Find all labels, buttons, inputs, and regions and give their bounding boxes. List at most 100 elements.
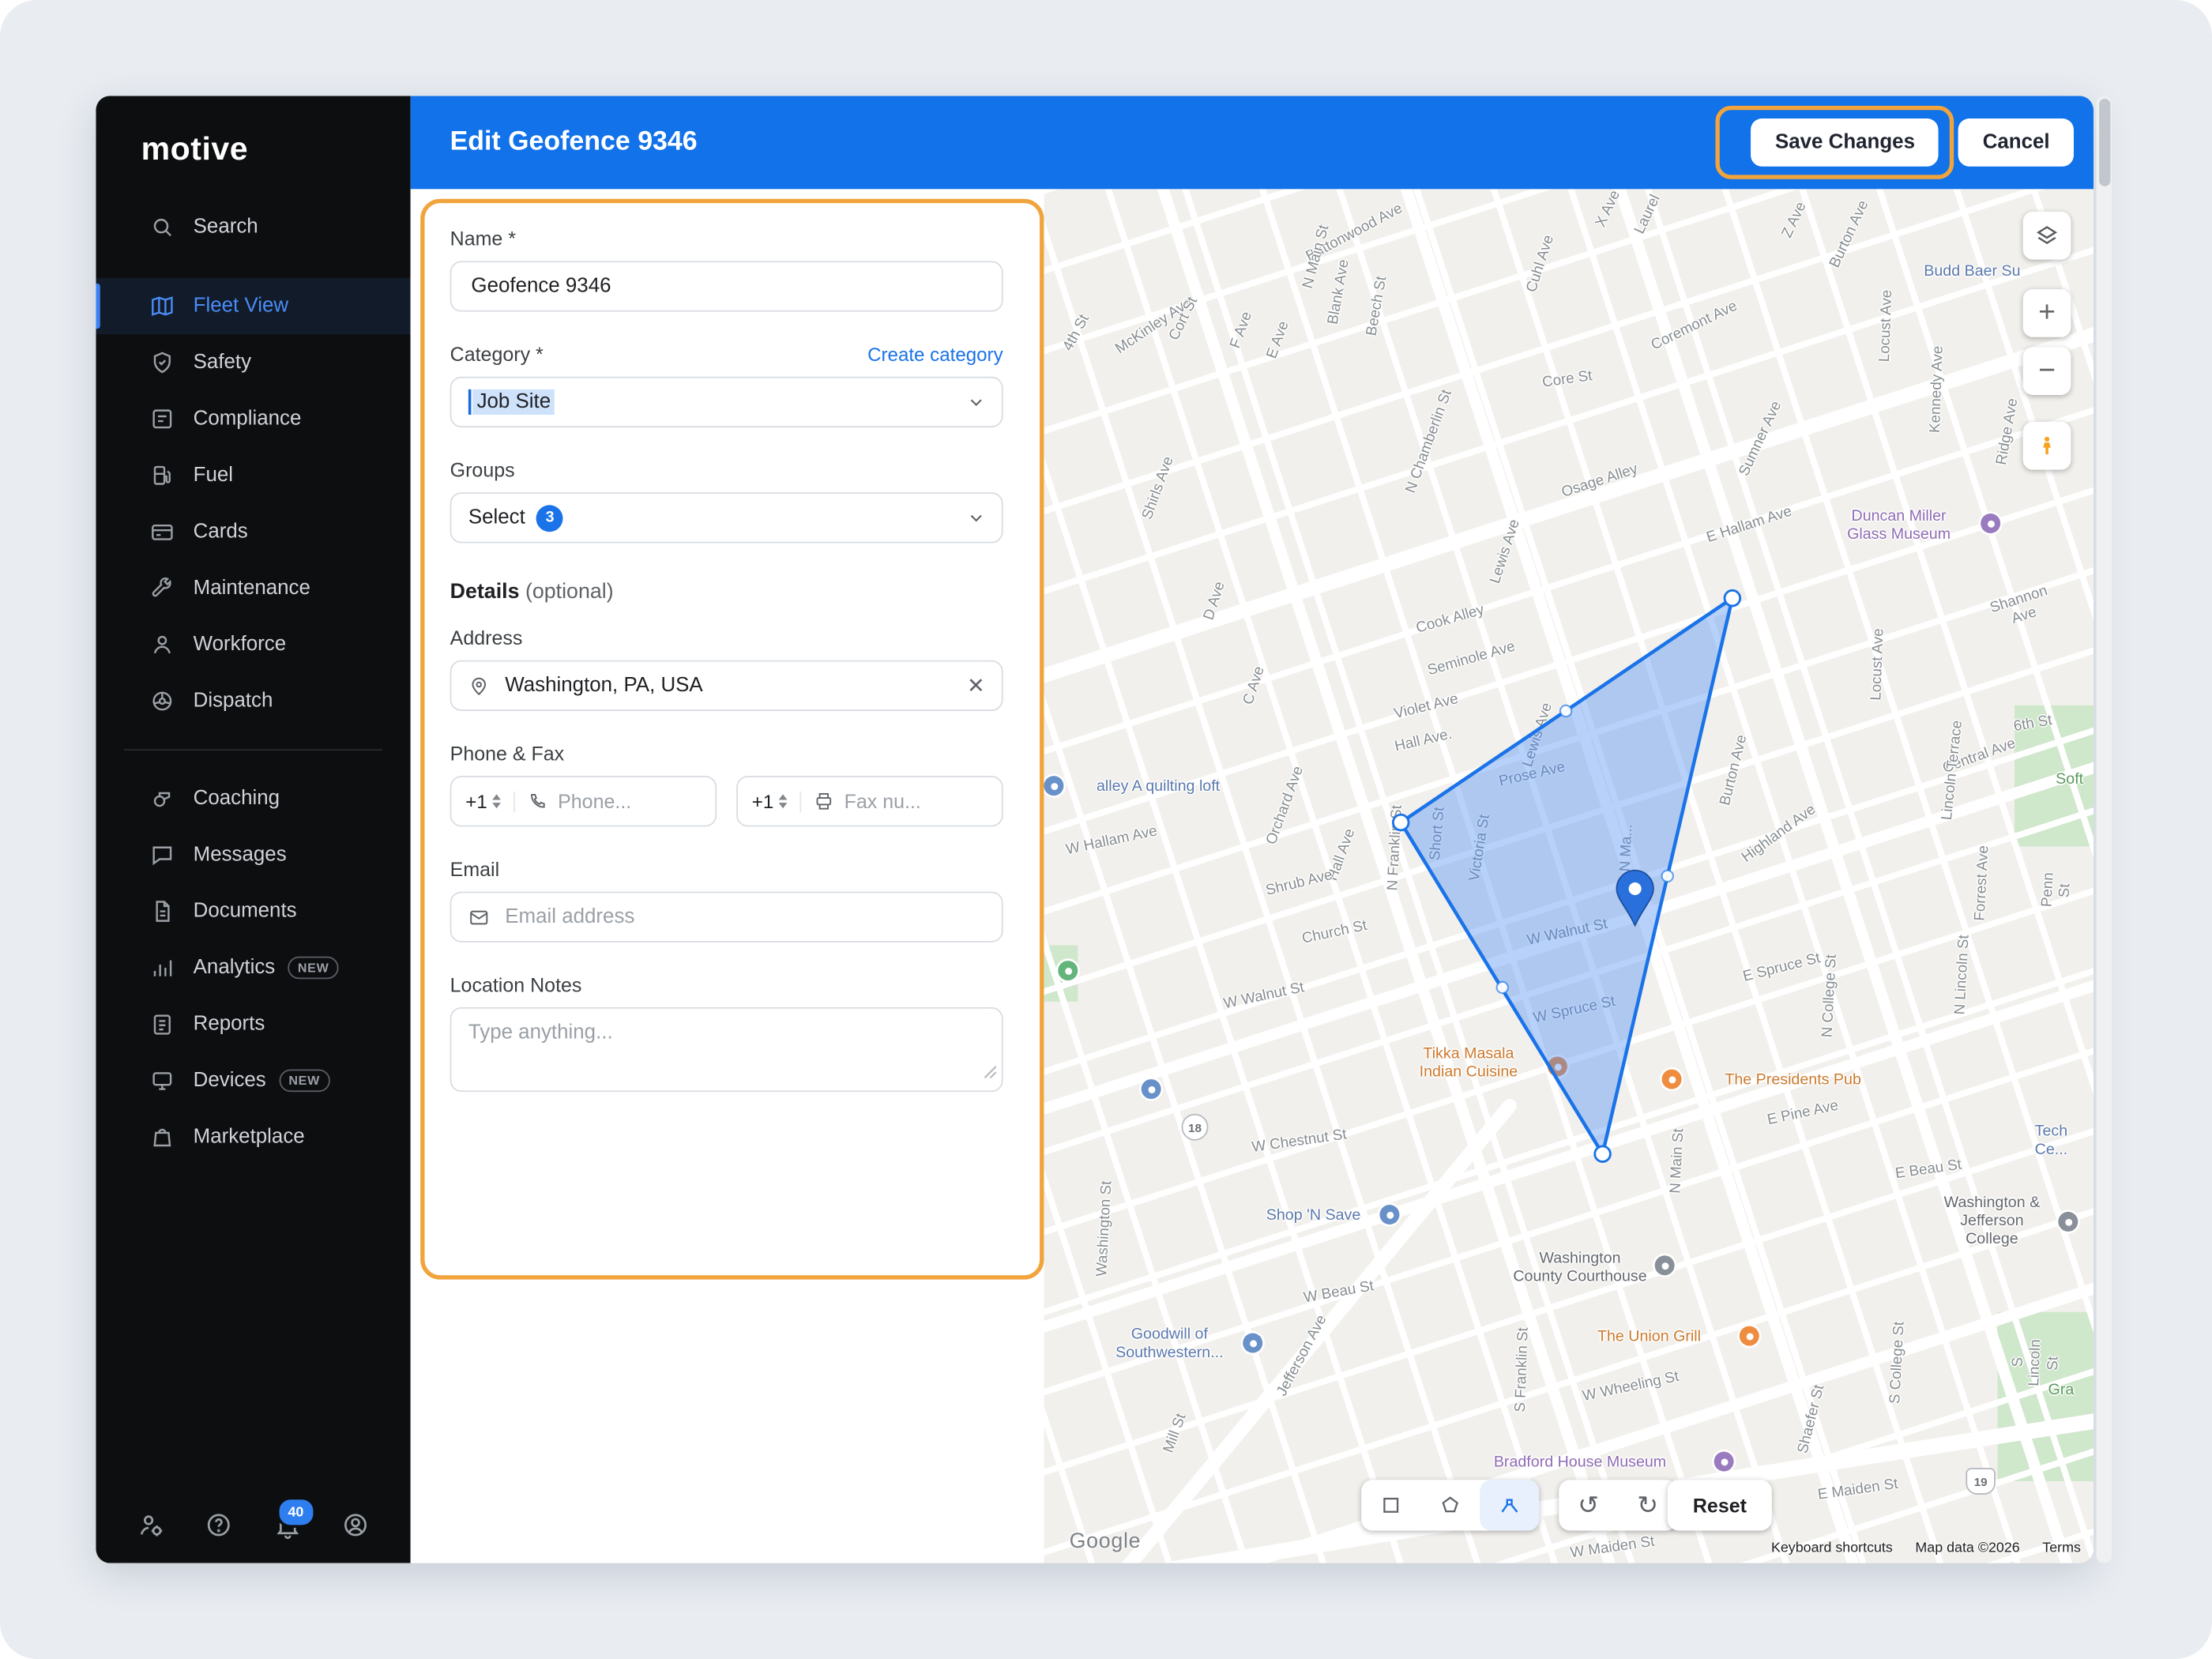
category-select[interactable]: Job Site (450, 376, 1003, 428)
name-input-wrap (450, 261, 1003, 312)
sidebar-item-label: Dispatch (193, 690, 273, 713)
report-icon (149, 1011, 175, 1036)
whistle-icon (149, 786, 175, 811)
sidebar-item-analytics[interactable]: Analytics NEW (96, 939, 410, 995)
sidebar-item-fleet-view[interactable]: Fleet View (96, 277, 411, 335)
polygon-midpoint-handle[interactable] (1559, 704, 1573, 718)
sidebar-item-coaching[interactable]: Coaching (96, 770, 410, 826)
sidebar-item-label: Marketplace (193, 1125, 305, 1149)
shopping-bag-icon (149, 1124, 175, 1149)
sidebar-item-label: Messages (193, 843, 287, 867)
geofence-form-panel: Name * Category * Create category Job Si… (410, 189, 1044, 1563)
geofence-layer[interactable] (1044, 189, 2094, 1563)
sidebar-item-workforce[interactable]: Workforce (96, 616, 410, 672)
sidebar-item-marketplace[interactable]: Marketplace (96, 1109, 410, 1165)
admin-settings-icon[interactable] (135, 1510, 166, 1540)
polygon-vertex-handle[interactable] (1593, 1145, 1612, 1163)
sidebar: motive Search Fleet View Safety Complian… (96, 96, 411, 1563)
terms-link[interactable]: Terms (2042, 1540, 2081, 1556)
resize-handle[interactable] (984, 1061, 998, 1086)
keyboard-shortcuts-link[interactable]: Keyboard shortcuts (1771, 1540, 1893, 1556)
stepper-icon[interactable] (779, 794, 788, 809)
help-icon[interactable] (204, 1510, 235, 1540)
sidebar-item-maintenance[interactable]: Maintenance (96, 560, 410, 616)
zoom-in-button[interactable]: + (2022, 289, 2071, 337)
notifications-bell-icon[interactable]: 40 (272, 1496, 316, 1540)
notification-count-badge: 40 (276, 1496, 316, 1528)
polygon-midpoint-handle[interactable] (1661, 869, 1674, 883)
fax-country-code[interactable]: +1 (752, 790, 803, 812)
sidebar-item-messages[interactable]: Messages (96, 826, 410, 882)
polygon-vertex-handle[interactable] (1723, 589, 1742, 608)
device-icon (149, 1068, 175, 1093)
phone-icon (529, 792, 548, 811)
notes-textarea[interactable] (451, 1008, 1002, 1091)
polygon-tool-button[interactable] (1420, 1480, 1480, 1530)
address-field-group: Address ✕ (450, 626, 1003, 711)
account-icon[interactable] (340, 1510, 371, 1540)
vertical-scrollbar[interactable] (2096, 96, 2112, 1563)
new-badge: NEW (288, 956, 339, 980)
name-field-group: Name * (450, 227, 1003, 312)
fuel-pump-icon (149, 463, 175, 488)
rectangle-tool-button[interactable] (1361, 1480, 1420, 1530)
groups-value: Select (468, 506, 525, 529)
sidebar-item-label: Fuel (193, 464, 234, 487)
cancel-button[interactable]: Cancel (1958, 118, 2074, 167)
undo-button[interactable]: ↺ (1559, 1480, 1618, 1530)
location-notes-label: Location Notes (450, 973, 582, 996)
reset-button[interactable]: Reset (1668, 1480, 1772, 1530)
shield-icon (149, 350, 175, 375)
fax-placeholder[interactable]: Fax nu... (845, 790, 921, 813)
geofence-polygon[interactable] (1398, 596, 1735, 1156)
groups-select[interactable]: Select 3 (450, 492, 1003, 544)
sidebar-item-dispatch[interactable]: Dispatch (96, 673, 410, 729)
checklist-icon (149, 406, 175, 431)
sidebar-item-label: Reports (193, 1013, 265, 1036)
groups-label: Groups (450, 458, 515, 481)
fax-printer-icon (814, 792, 834, 811)
phone-placeholder[interactable]: Phone... (558, 790, 631, 813)
sidebar-item-label: Maintenance (193, 577, 310, 600)
sidebar-item-label: Devices (193, 1069, 266, 1093)
zoom-out-button[interactable]: − (2022, 347, 2071, 395)
pegman-button[interactable] (2022, 421, 2071, 470)
chat-bubble-icon (149, 842, 175, 867)
polygon-vertex-handle[interactable] (1391, 813, 1410, 832)
address-input-wrap: ✕ (450, 660, 1003, 711)
sidebar-divider (124, 749, 382, 750)
email-input[interactable] (502, 904, 985, 930)
create-category-link[interactable]: Create category (867, 344, 1003, 365)
phone-fax-label: Phone & Fax (450, 742, 565, 765)
screen: motive Search Fleet View Safety Complian… (0, 0, 2212, 1659)
envelope-icon (468, 906, 490, 927)
layers-icon (2037, 226, 2058, 245)
sidebar-item-search[interactable]: Search (96, 199, 410, 255)
sidebar-item-compliance[interactable]: Compliance (96, 391, 410, 447)
layers-button[interactable] (2022, 211, 2071, 260)
phone-country-code[interactable]: +1 (465, 790, 516, 812)
new-badge: NEW (278, 1069, 330, 1093)
sidebar-item-documents[interactable]: Documents (96, 883, 410, 939)
phone-input-wrap: +1 Phone... (450, 776, 717, 827)
chevron-down-icon (968, 510, 984, 526)
bar-chart-icon (149, 955, 175, 980)
sidebar-item-reports[interactable]: Reports (96, 996, 410, 1052)
sidebar-item-label: Fleet View (193, 295, 289, 318)
polygon-midpoint-handle[interactable] (1495, 980, 1509, 995)
save-changes-button[interactable]: Save Changes (1751, 118, 1939, 167)
clear-address-icon[interactable]: ✕ (967, 673, 984, 698)
vertex-edit-tool-button[interactable] (1480, 1480, 1540, 1531)
header-bar: Edit Geofence 9346 Save Changes Cancel (410, 96, 2094, 190)
name-input[interactable] (468, 273, 985, 299)
sidebar-item-cards[interactable]: Cards (96, 503, 410, 559)
scrollbar-thumb[interactable] (2098, 98, 2110, 186)
sidebar-item-devices[interactable]: Devices NEW (96, 1052, 410, 1108)
address-input[interactable] (502, 672, 956, 698)
draw-tools-group (1361, 1480, 1540, 1531)
stepper-icon[interactable] (492, 794, 502, 809)
map-canvas[interactable]: Buttonwood Ave N Main St Blank Ave Beech St… (1044, 189, 2094, 1563)
sidebar-item-fuel[interactable]: Fuel (96, 447, 410, 503)
sidebar-item-safety[interactable]: Safety (96, 334, 410, 390)
chevron-down-icon (968, 393, 984, 410)
